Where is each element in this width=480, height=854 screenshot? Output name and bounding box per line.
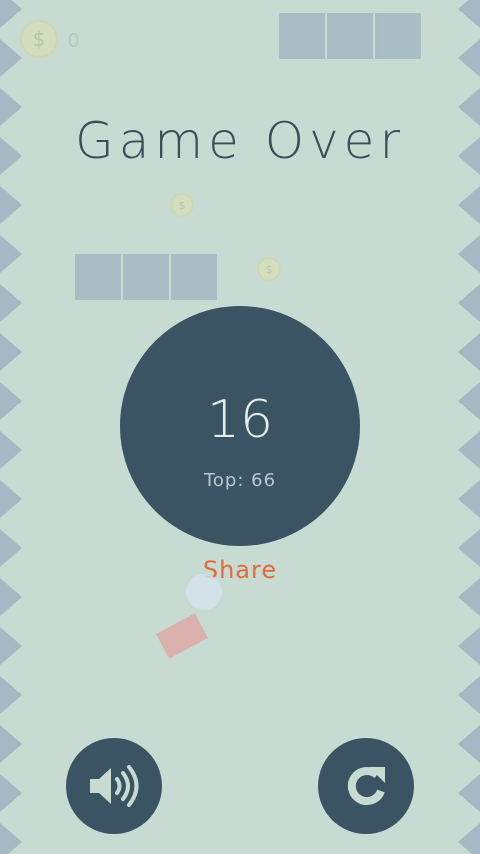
spike [0, 284, 22, 322]
spike [0, 431, 22, 469]
broken-block-ghost [156, 613, 208, 659]
spike [0, 774, 22, 812]
spike [0, 235, 22, 273]
spike [0, 186, 22, 224]
spike [458, 431, 480, 469]
score-panel: 16 Top: 66 [120, 306, 360, 546]
spike [458, 235, 480, 273]
restart-arrow-icon [347, 767, 385, 806]
player-ball-ghost [186, 574, 222, 610]
spike [458, 823, 480, 854]
obstacle-block [171, 254, 217, 300]
background-coin: $ [170, 193, 194, 217]
obstacle-blocks-middle [75, 254, 217, 300]
obstacle-block [123, 254, 169, 300]
final-score: 16 [206, 390, 274, 450]
restart-button[interactable] [318, 738, 414, 834]
spike [458, 676, 480, 714]
spike [458, 382, 480, 420]
spike [458, 774, 480, 812]
obstacle-block [279, 13, 325, 59]
spike [0, 480, 22, 518]
spike [0, 39, 22, 77]
sound-toggle-button[interactable] [66, 738, 162, 834]
spike [0, 823, 22, 854]
obstacle-block [75, 254, 121, 300]
spike [458, 627, 480, 665]
spike [458, 39, 480, 77]
spike [0, 0, 22, 28]
spike [0, 333, 22, 371]
obstacle-blocks-top [279, 13, 421, 59]
spike [0, 627, 22, 665]
spike [0, 676, 22, 714]
spike [0, 382, 22, 420]
spike [458, 725, 480, 763]
top-score: Top: 66 [203, 470, 277, 491]
coin-count: 0 [68, 30, 80, 52]
game-over-title: Game Over [74, 112, 405, 170]
spike [458, 0, 480, 28]
obstacle-block [375, 13, 421, 59]
coin-icon: $ [20, 20, 58, 58]
spike [458, 333, 480, 371]
spike [458, 284, 480, 322]
background-coin: $ [257, 257, 281, 281]
spike [0, 725, 22, 763]
spike [458, 186, 480, 224]
speaker-volume-icon [90, 765, 139, 807]
share-button[interactable]: Share [0, 556, 480, 584]
spike [458, 480, 480, 518]
obstacle-block [327, 13, 373, 59]
